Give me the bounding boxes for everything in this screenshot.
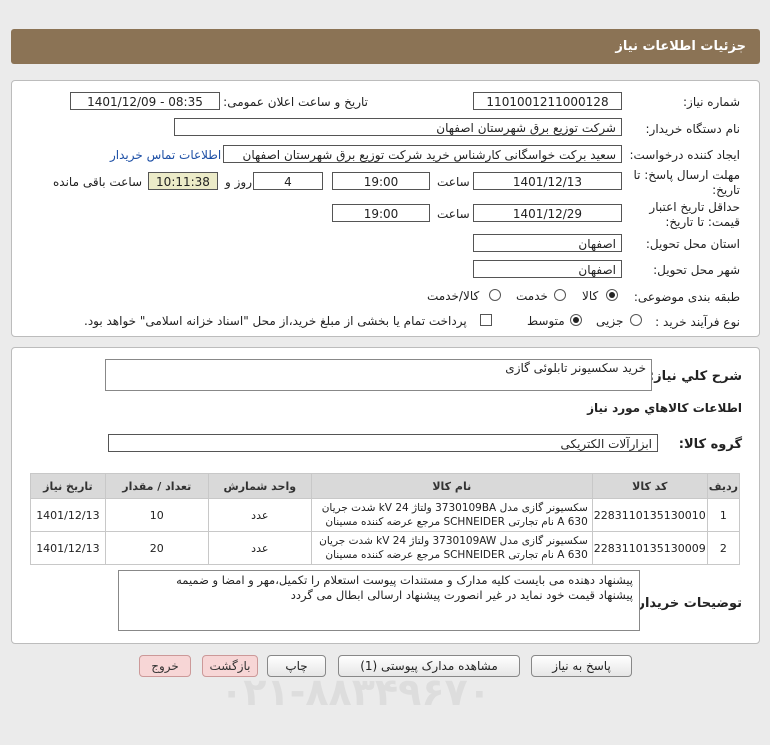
reply-deadline-label-2: تاریخ: bbox=[712, 183, 740, 197]
days-field: 4 bbox=[253, 172, 323, 190]
row-name-line-2: 630 A نام تجارتی SCHNEIDER مرجع عرضه کنن… bbox=[325, 516, 588, 528]
category-option-goods: کالا bbox=[582, 289, 599, 303]
reply-time-field: 19:00 bbox=[332, 172, 430, 190]
col-unit: واحد شمارش bbox=[207, 473, 312, 499]
goods-group-label: گروه کالا: bbox=[678, 437, 742, 452]
row-unit: عدد bbox=[207, 531, 312, 565]
col-row: ردیف bbox=[706, 473, 741, 499]
process-option-minor: جزیی bbox=[596, 314, 624, 328]
summary-field: خرید سکسیونر تابلوئی گازی bbox=[105, 359, 652, 391]
validity-time-field: 19:00 bbox=[332, 204, 430, 222]
row-name-line-1: سکسیونر گازی مدل 3730109AW ولتاژ 24 kV ش… bbox=[319, 535, 588, 547]
row-qty: 10 bbox=[104, 498, 209, 532]
row-name: سکسیونر گازی مدل 3730109BA ولتاژ 24 kV ش… bbox=[310, 498, 593, 532]
validity-label: حداقل تاریخ اعتبار bbox=[649, 200, 740, 214]
attachments-button[interactable]: مشاهده مدارک پیوستی (1) bbox=[338, 655, 520, 677]
category-option-service: خدمت bbox=[516, 289, 548, 303]
row-date: 1401/12/13 bbox=[30, 531, 106, 565]
table-row: 1 2283110135130010 سکسیونر گازی مدل 3730… bbox=[30, 498, 741, 532]
buyer-org-label: نام دستگاه خریدار: bbox=[645, 122, 741, 136]
category-radio-service[interactable] bbox=[554, 289, 566, 301]
remaining-label: ساعت باقی مانده bbox=[53, 175, 143, 189]
buyer-notes-box: پیشنهاد دهنده می بایست کلیه مدارک و مستن… bbox=[118, 570, 640, 631]
goods-table: ردیف کد کالا نام کالا واحد شمارش تعداد /… bbox=[30, 473, 741, 565]
row-code: 2283110135130009 bbox=[591, 531, 708, 565]
announce-field: 1401/12/09 - 08:35 bbox=[70, 92, 220, 110]
back-button[interactable]: بازگشت bbox=[202, 655, 258, 677]
contact-buyer-link[interactable]: اطلاعات تماس خریدار bbox=[110, 148, 221, 162]
treasury-note: پرداخت تمام یا بخشی از مبلغ خرید،از محل … bbox=[84, 314, 467, 328]
print-button[interactable]: چاپ bbox=[267, 655, 326, 677]
table-row: 2 2283110135130009 سکسیونر گازی مدل 3730… bbox=[30, 531, 741, 565]
row-name-line-2: 630 A نام تجارتی SCHNEIDER مرجع عرضه کنن… bbox=[325, 549, 588, 561]
buyer-notes-line-2: پیشنهاد قیمت خود نماید در غیر انصورت پیش… bbox=[290, 588, 633, 602]
city-label: شهر محل تحویل: bbox=[653, 263, 740, 277]
exit-button[interactable]: خروج bbox=[139, 655, 191, 677]
col-date: تاریخ نیاز bbox=[30, 473, 106, 499]
province-label: استان محل تحویل: bbox=[645, 237, 740, 251]
page-header: جزئیات اطلاعات نیاز bbox=[11, 29, 760, 64]
row-index: 2 bbox=[706, 531, 741, 565]
reply-button[interactable]: پاسخ به نیاز bbox=[531, 655, 632, 677]
row-code: 2283110135130010 bbox=[591, 498, 708, 532]
validity-time-label: ساعت bbox=[437, 207, 470, 221]
buyer-org-field: شرکت توزیع برق شهرستان اصفهان bbox=[174, 118, 622, 136]
city-field: اصفهان bbox=[473, 260, 622, 278]
row-name-line-1: سکسیونر گازی مدل 3730109BA ولتاژ 24 kV ش… bbox=[321, 502, 588, 514]
process-option-medium: متوسط bbox=[527, 314, 565, 328]
category-label: طبقه بندی موضوعی: bbox=[633, 290, 740, 304]
buyer-notes-label: توضیحات خریدار: bbox=[632, 596, 742, 611]
creator-field: سعید برکت خواسگانی کارشناس خرید شرکت توز… bbox=[223, 145, 622, 163]
col-name: نام کالا bbox=[310, 473, 593, 499]
treasury-checkbox[interactable] bbox=[480, 314, 492, 326]
days-label: روز و bbox=[225, 175, 252, 189]
page-title: جزئیات اطلاعات نیاز bbox=[615, 39, 746, 54]
row-index: 1 bbox=[706, 498, 741, 532]
buyer-notes-line-1: پیشنهاد دهنده می بایست کلیه مدارک و مستن… bbox=[176, 573, 633, 587]
creator-label: ایجاد کننده درخواست: bbox=[629, 148, 740, 162]
announce-label: تاریخ و ساعت اعلان عمومی: bbox=[223, 95, 368, 109]
process-radio-minor[interactable] bbox=[630, 314, 642, 326]
province-field: اصفهان bbox=[473, 234, 622, 252]
category-radio-goods[interactable] bbox=[606, 289, 618, 301]
col-code: کد کالا bbox=[591, 473, 708, 499]
row-name: سکسیونر گازی مدل 3730109AW ولتاژ 24 kV ش… bbox=[310, 531, 593, 565]
category-radio-goods-service[interactable] bbox=[489, 289, 501, 301]
reply-date-field: 1401/12/13 bbox=[473, 172, 622, 190]
row-unit: عدد bbox=[207, 498, 312, 532]
process-label: نوع فرآیند خرید : bbox=[655, 315, 740, 329]
row-qty: 20 bbox=[104, 531, 209, 565]
row-date: 1401/12/13 bbox=[30, 498, 106, 532]
category-option-goods-service: کالا/خدمت bbox=[427, 289, 480, 303]
validity-date-field: 1401/12/29 bbox=[473, 204, 622, 222]
reply-deadline-label: مهلت ارسال پاسخ: تا bbox=[633, 168, 740, 182]
process-radio-medium[interactable] bbox=[570, 314, 582, 326]
validity-label-2: قیمت: تا تاریخ: bbox=[665, 215, 740, 229]
col-qty: تعداد / مقدار bbox=[104, 473, 209, 499]
goods-group-field: ابزارآلات الکتریکی bbox=[108, 434, 658, 452]
summary-label: شرح کلي نياز: bbox=[648, 369, 742, 384]
goods-info-title: اطلاعات کالاهاي مورد نياز bbox=[587, 401, 742, 415]
remaining-time-field: 10:11:38 bbox=[148, 172, 218, 190]
reply-time-label: ساعت bbox=[437, 175, 470, 189]
need-number-field: 1101001211000128 bbox=[473, 92, 622, 110]
need-number-label: شماره نیاز: bbox=[683, 95, 740, 109]
